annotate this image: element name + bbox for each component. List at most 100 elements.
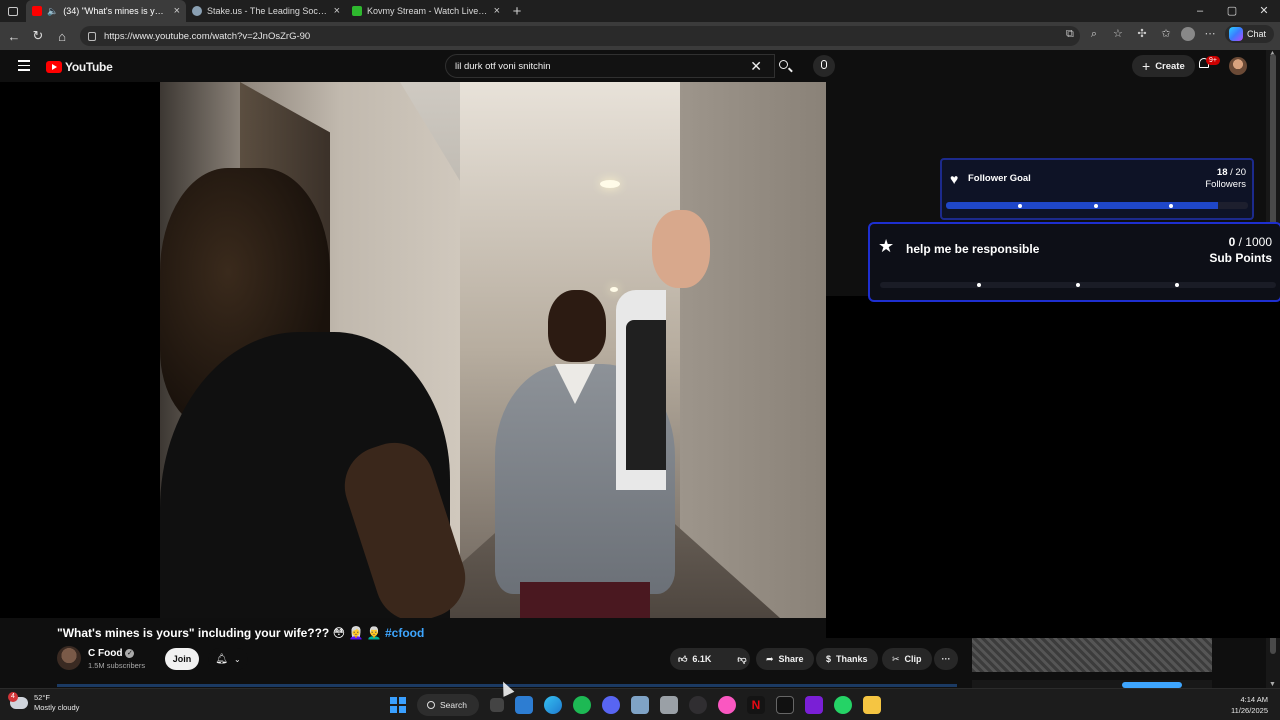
- share-button[interactable]: ➦ Share: [756, 648, 814, 670]
- microphone-icon: [821, 60, 827, 69]
- clip-button[interactable]: ✂ Clip: [882, 648, 932, 670]
- like-dislike-group: 👍︎ 6.1K 👎︎: [670, 648, 750, 670]
- follower-progress-bar: [946, 202, 1248, 209]
- youtube-wordmark: YouTube: [65, 60, 113, 74]
- join-button[interactable]: Join: [165, 648, 199, 670]
- follower-goal-widget: ♥ Follower Goal 18 / 20 Followers: [940, 158, 1254, 220]
- file-explorer-icon[interactable]: [862, 696, 881, 714]
- thanks-button[interactable]: $ Thanks: [816, 648, 878, 670]
- system-clock[interactable]: 4:14 AM 11/26/2025: [1231, 694, 1268, 716]
- follower-goal-count: 18 / 20 Followers: [1205, 167, 1246, 190]
- stake-favicon-icon: [192, 6, 202, 16]
- itunes-icon[interactable]: [717, 696, 736, 714]
- bell-icon: 🔔︎: [215, 653, 228, 665]
- related-video-strip: [972, 680, 1212, 688]
- tab-label: (34) "What's mines is yours": [63, 6, 169, 16]
- dislike-button[interactable]: 👎︎: [729, 648, 754, 670]
- address-bar[interactable]: https://www.youtube.com/watch?v=2JnOsZrG…: [80, 26, 1080, 46]
- home-icon[interactable]: ⌂: [50, 29, 74, 44]
- search-icon: [779, 60, 788, 69]
- more-actions-button[interactable]: ···: [934, 648, 958, 670]
- close-window-button[interactable]: ✕: [1248, 0, 1280, 22]
- favorites-icon[interactable]: ✩: [1157, 25, 1175, 43]
- lock-icon[interactable]: [88, 31, 96, 41]
- youtube-logo[interactable]: YouTube: [46, 60, 113, 74]
- copilot-icon: [1228, 27, 1243, 41]
- spotify-icon[interactable]: [572, 696, 591, 714]
- sub-target: 1000: [1245, 235, 1272, 249]
- weather-widget[interactable]: 4 52°F Mostly cloudy: [8, 692, 79, 713]
- thanks-dollar-icon: $: [826, 654, 832, 664]
- settings-more-icon[interactable]: ⋯: [1201, 25, 1219, 43]
- heart-icon: ♥: [950, 171, 959, 187]
- back-arrow-icon[interactable]: ←: [2, 29, 26, 44]
- maximize-button[interactable]: ▢: [1216, 0, 1248, 22]
- search-input[interactable]: lil durk otf voni snitchin ✕: [445, 54, 775, 78]
- task-view-icon[interactable]: [489, 698, 504, 712]
- refresh-icon[interactable]: ↻: [26, 28, 50, 44]
- search-button[interactable]: [773, 54, 799, 78]
- weather-temp: 52°F: [34, 693, 50, 702]
- edge-browser-icon[interactable]: [543, 696, 562, 714]
- window-controls: – ▢ ✕: [1184, 0, 1280, 22]
- app-icon[interactable]: [659, 696, 678, 714]
- zoom-icon[interactable]: ⌕: [1085, 25, 1103, 43]
- create-label: Create: [1155, 60, 1185, 72]
- follower-progress-fill: [946, 202, 1218, 209]
- video-player[interactable]: [0, 82, 826, 618]
- favorite-star-icon[interactable]: ☆: [1109, 25, 1127, 43]
- speaker-icon[interactable]: 🔈: [47, 6, 58, 17]
- like-count: 6.1K: [692, 654, 712, 664]
- scroll-down-arrow-icon[interactable]: ▼: [1269, 681, 1276, 688]
- discord-icon[interactable]: [601, 696, 620, 714]
- browser-tab-youtube[interactable]: 🔈 (34) "What's mines is yours" ×: [26, 0, 186, 22]
- taskbar-search[interactable]: Search: [417, 694, 479, 716]
- user-avatar[interactable]: [1229, 57, 1247, 75]
- thanks-label: Thanks: [836, 654, 868, 664]
- tab-actions-icon[interactable]: [0, 0, 26, 22]
- hashtag-link[interactable]: #cfood: [385, 626, 424, 640]
- channel-name[interactable]: C Food ✓: [88, 648, 135, 659]
- browser-tab-kick[interactable]: Kovmy Stream - Watch Live on Ki ×: [346, 0, 506, 22]
- copilot-chat-button[interactable]: Chat: [1224, 25, 1274, 43]
- sub-goal-title: help me be responsible: [906, 242, 1040, 256]
- app-icon[interactable]: [630, 696, 649, 714]
- browser-toolbar-right: ⧉ ⌕ ☆ ✣ ✩ ⋯ Chat: [1061, 25, 1274, 43]
- profile-avatar[interactable]: [1180, 27, 1195, 41]
- subscriber-count: 1.5M subscribers: [88, 661, 146, 670]
- cloud-icon: 4: [8, 692, 28, 709]
- close-tab-icon[interactable]: ×: [494, 5, 500, 17]
- taskbar-apps: Search N: [390, 693, 881, 717]
- store-icon[interactable]: [514, 696, 533, 714]
- whatsapp-icon[interactable]: [833, 696, 852, 714]
- star-icon: ★: [878, 236, 895, 256]
- youtube-header: YouTube lil durk otf voni snitchin ✕ + C…: [0, 50, 1266, 82]
- video-title: "What's mines is yours" including your w…: [57, 626, 424, 640]
- thumbs-down-icon: 👎︎: [737, 653, 747, 664]
- like-button[interactable]: 👍︎ 6.1K: [670, 648, 719, 670]
- close-tab-icon[interactable]: ×: [174, 5, 180, 17]
- new-tab-button[interactable]: +: [506, 3, 528, 20]
- minimize-button[interactable]: –: [1184, 0, 1216, 22]
- channel-avatar[interactable]: [57, 646, 81, 670]
- netflix-icon[interactable]: N: [746, 696, 765, 714]
- related-video-thumbnail[interactable]: [972, 638, 1212, 672]
- app-available-icon[interactable]: ⧉: [1061, 25, 1079, 43]
- scissors-icon: ✂: [892, 653, 900, 664]
- extensions-icon[interactable]: ✣: [1133, 25, 1151, 43]
- create-button[interactable]: + Create: [1132, 55, 1195, 77]
- capcut-icon[interactable]: [775, 696, 794, 714]
- voice-search-button[interactable]: [813, 55, 835, 77]
- search-icon: [427, 701, 435, 709]
- menu-icon[interactable]: [18, 60, 30, 74]
- browser-tab-stake[interactable]: Stake.us - The Leading Social Cas ×: [186, 0, 346, 22]
- share-label: Share: [778, 654, 804, 664]
- subscription-notifications-button[interactable]: 🔔︎ ⌄: [208, 648, 248, 670]
- close-tab-icon[interactable]: ×: [334, 5, 340, 17]
- tubi-icon[interactable]: [804, 696, 823, 714]
- sub-progress-bar: [880, 282, 1276, 288]
- clear-search-icon[interactable]: ✕: [750, 58, 762, 75]
- obs-icon[interactable]: [688, 696, 707, 714]
- windows-start-icon[interactable]: [390, 697, 406, 713]
- windows-taskbar: 4 52°F Mostly cloudy Search N 4:14 AM 11…: [0, 688, 1280, 720]
